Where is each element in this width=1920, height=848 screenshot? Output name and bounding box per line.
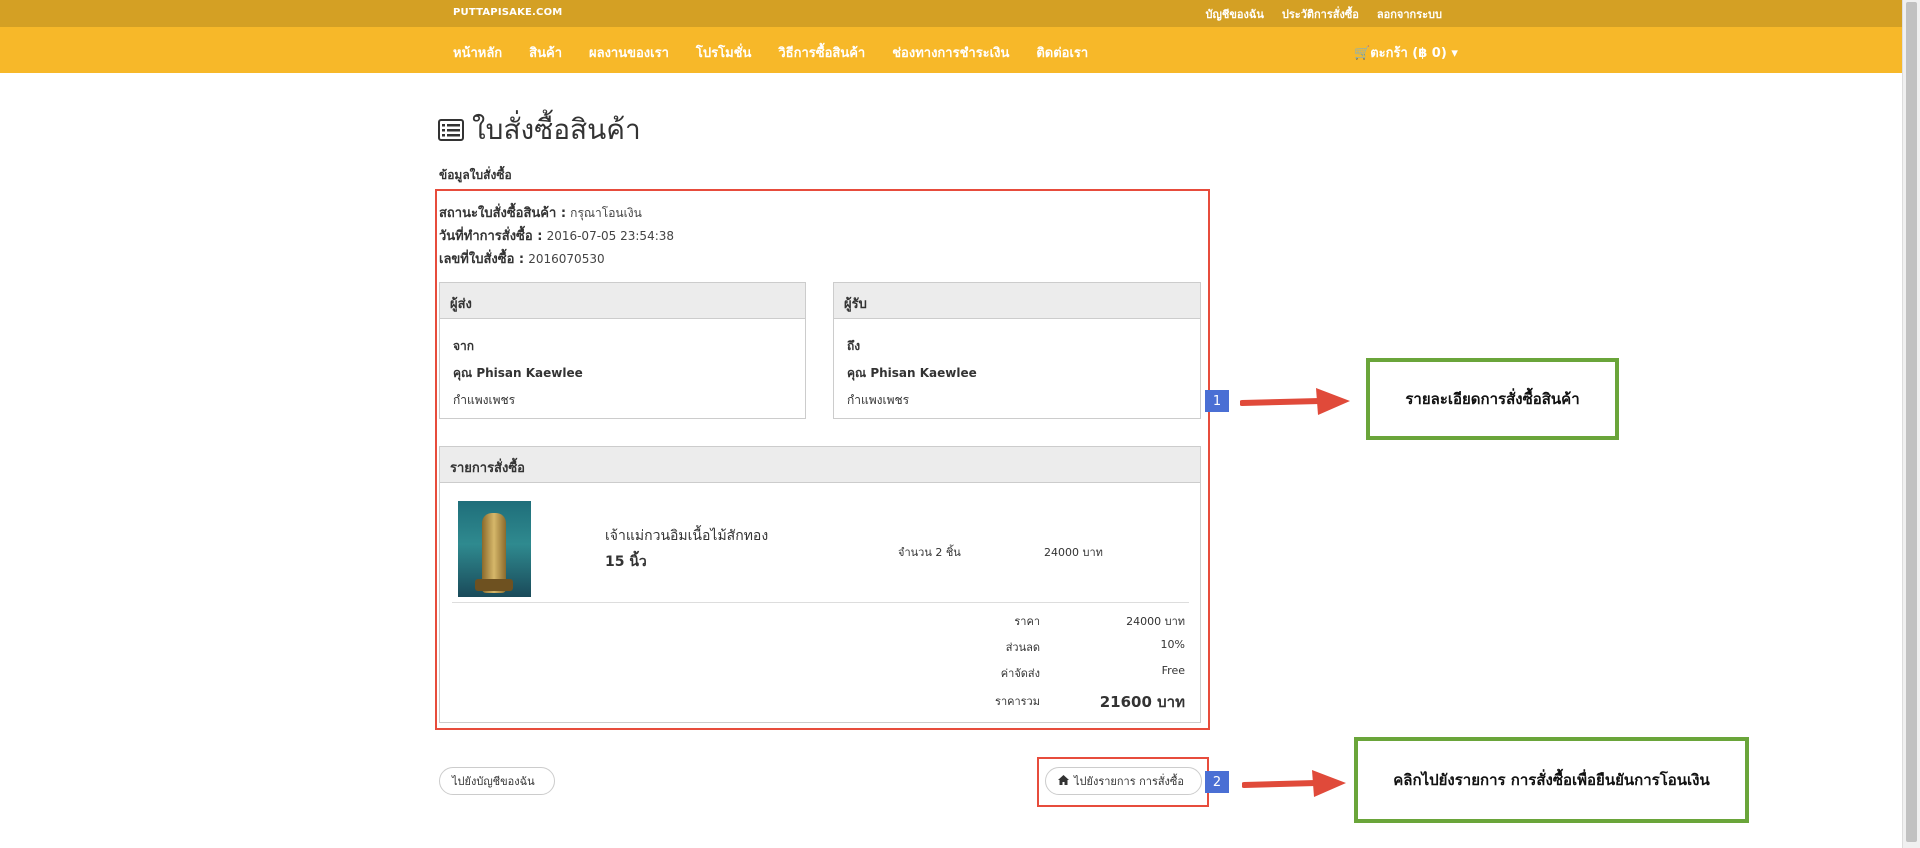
order-date-label: วันที่ทำการสั่งซื้อ : xyxy=(439,229,543,244)
callout-go-to-orders-text: คลิกไปยังรายการ การสั่งซื้อเพื่อยืนยันกา… xyxy=(1393,771,1710,789)
top-bar: PUTTAPISAKE.COM บัญชีของฉัน ประวัติการสั… xyxy=(0,0,1902,27)
shopping-cart-icon: 🛒 xyxy=(1354,46,1371,61)
order-items-panel: รายการสั่งซื้อ เจ้าแม่กวนอิมเนื้อไม้สักท… xyxy=(439,446,1201,723)
sender-address: จาก คุณ Phisan Kaewlee กำแพงเพชร xyxy=(440,319,805,428)
order-number-value: 2016070530 xyxy=(528,252,605,266)
my-account-link[interactable]: บัญชีของฉัน xyxy=(1206,5,1264,23)
annotation-badge-2: 2 xyxy=(1205,771,1229,793)
annotation-badge-1: 1 xyxy=(1205,390,1229,412)
order-date-value: 2016-07-05 23:54:38 xyxy=(546,229,675,243)
summary-value: 24000 บาท xyxy=(1126,615,1185,628)
order-status-label: สถานะใบสั่งซื้อสินค้า : xyxy=(439,206,567,221)
order-date-row: วันที่ทำการสั่งซื้อ : 2016-07-05 23:54:3… xyxy=(439,225,674,248)
receiver-address: ถึง คุณ Phisan Kaewlee กำแพงเพชร xyxy=(834,319,1200,428)
cart-dropdown[interactable]: 🛒ตะกร้า (฿ 0) ▾ xyxy=(1354,42,1458,63)
order-history-link[interactable]: ประวัติการสั่งซื้อ xyxy=(1282,5,1359,23)
go-to-orders-label: ไปยังรายการ การสั่งซื้อ xyxy=(1074,775,1185,788)
cart-label: ตะกร้า (฿ 0) xyxy=(1370,46,1447,61)
site-brand[interactable]: PUTTAPISAKE.COM xyxy=(453,7,562,18)
sender-location: กำแพงเพชร xyxy=(453,393,516,407)
nav-item-home[interactable]: หน้าหลัก xyxy=(453,42,502,63)
product-quantity: จำนวน 2 ชิ้น xyxy=(898,546,961,559)
product-image[interactable] xyxy=(458,501,531,597)
scrollbar-thumb[interactable] xyxy=(1906,2,1917,842)
receiver-heading: ผู้รับ xyxy=(834,283,1200,319)
sender-name: คุณ Phisan Kaewlee xyxy=(453,366,583,380)
nav-item-how-to-buy[interactable]: วิธีการซื้อสินค้า xyxy=(778,42,865,63)
nav-item-payment[interactable]: ช่องทางการชำระเงิน xyxy=(892,42,1009,63)
go-to-orders-button[interactable]: ไปยังรายการ การสั่งซื้อ xyxy=(1045,767,1202,795)
arrow-right-icon xyxy=(1242,770,1346,797)
page-title: ใบสั่งซื้อสินค้า xyxy=(438,108,641,152)
product-size: 15 นิ้ว xyxy=(605,554,647,570)
sender-heading: ผู้ส่ง xyxy=(440,283,805,319)
order-number-label: เลขที่ใบสั่งซื้อ : xyxy=(439,252,525,267)
home-icon xyxy=(1058,774,1069,788)
product-name[interactable]: เจ้าแม่กวนอิมเนื้อไม้สักทอง xyxy=(605,525,768,547)
arrow-right-icon xyxy=(1240,388,1350,415)
go-to-account-label: ไปยังบัญชีของฉัน xyxy=(452,775,535,788)
go-to-account-button[interactable]: ไปยังบัญชีของฉัน xyxy=(439,767,555,795)
summary-row-shipping: ค่าจัดส่ง Free xyxy=(440,664,1200,684)
product-image-base xyxy=(475,579,513,591)
nav-item-promotions[interactable]: โปรโมชั่น xyxy=(696,42,751,63)
main-navbar: หน้าหลัก สินค้า ผลงานของเรา โปรโมชั่น วิ… xyxy=(0,27,1902,73)
page-title-text: ใบสั่งซื้อสินค้า xyxy=(472,113,641,146)
nav-item-contact[interactable]: ติดต่อเรา xyxy=(1036,42,1088,63)
order-status-block: สถานะใบสั่งซื้อสินค้า : กรุณาโอนเงิน วัน… xyxy=(439,202,674,271)
receiver-panel: ผู้รับ ถึง คุณ Phisan Kaewlee กำแพงเพชร xyxy=(833,282,1201,419)
summary-key: ค่าจัดส่ง xyxy=(1000,667,1040,680)
nav-item-portfolio[interactable]: ผลงานของเรา xyxy=(589,42,669,63)
summary-value: Free xyxy=(1161,664,1185,677)
summary-row-discount: ส่วนลด 10% xyxy=(440,638,1200,658)
summary-key: ราคารวม xyxy=(995,695,1040,708)
sender-from-label: จาก xyxy=(453,339,475,353)
order-number-row: เลขที่ใบสั่งซื้อ : 2016070530 xyxy=(439,248,674,271)
order-status-row: สถานะใบสั่งซื้อสินค้า : กรุณาโอนเงิน xyxy=(439,202,674,225)
summary-total-value: 21600 บาท xyxy=(1099,693,1185,711)
nav-item-products[interactable]: สินค้า xyxy=(529,42,562,63)
receiver-to-label: ถึง xyxy=(847,339,861,353)
callout-order-details: รายละเอียดการสั่งซื้อสินค้า xyxy=(1366,358,1619,440)
summary-row-price: ราคา 24000 บาท xyxy=(440,612,1200,632)
nav-menu: หน้าหลัก สินค้า ผลงานของเรา โปรโมชั่น วิ… xyxy=(453,42,1088,63)
summary-value: 10% xyxy=(1160,638,1185,651)
summary-row-total: ราคารวม 21600 บาท xyxy=(440,690,1200,711)
items-divider xyxy=(452,602,1189,603)
sender-panel: ผู้ส่ง จาก คุณ Phisan Kaewlee กำแพงเพชร xyxy=(439,282,806,419)
summary-key: ส่วนลด xyxy=(1005,641,1040,654)
product-price: 24000 บาท xyxy=(1044,546,1103,559)
receiver-location: กำแพงเพชร xyxy=(847,393,910,407)
caret-down-icon: ▾ xyxy=(1451,46,1458,61)
order-items-heading: รายการสั่งซื้อ xyxy=(440,447,1200,483)
list-alt-icon xyxy=(438,119,464,141)
order-info-label: ข้อมูลใบสั่งซื้อ xyxy=(439,168,512,182)
page-scrollbar[interactable] xyxy=(1902,0,1920,848)
summary-key: ราคา xyxy=(1014,615,1040,628)
top-links: บัญชีของฉัน ประวัติการสั่งซื้อ ลอกจากระบ… xyxy=(1206,5,1442,23)
receiver-name: คุณ Phisan Kaewlee xyxy=(847,366,977,380)
logout-link[interactable]: ลอกจากระบบ xyxy=(1377,5,1442,23)
order-status-value: กรุณาโอนเงิน xyxy=(570,206,642,220)
callout-order-details-text: รายละเอียดการสั่งซื้อสินค้า xyxy=(1405,390,1580,408)
callout-go-to-orders: คลิกไปยังรายการ การสั่งซื้อเพื่อยืนยันกา… xyxy=(1354,737,1749,823)
